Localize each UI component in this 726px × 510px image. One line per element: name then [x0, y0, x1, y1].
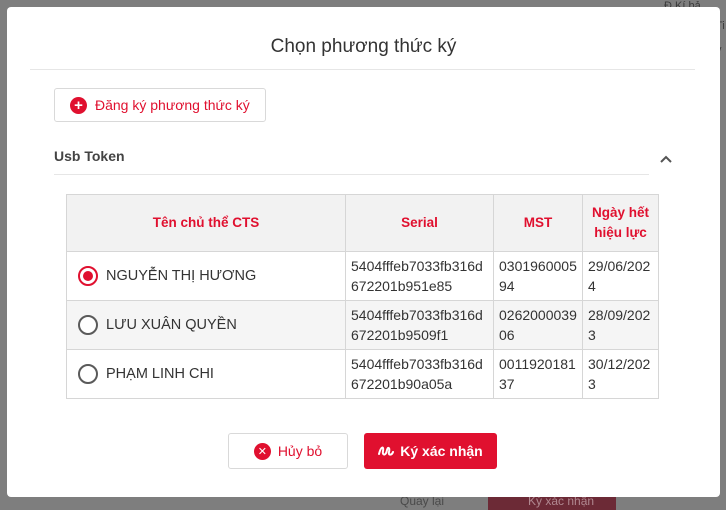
- mst-line: 06: [499, 327, 515, 343]
- radio-button[interactable]: [78, 266, 98, 286]
- table-row[interactable]: NGUYỄN THỊ HƯƠNG 5404fffeb7033fb316d 672…: [66, 251, 659, 301]
- plus-circle-icon: +: [70, 96, 87, 114]
- serial-line: 672201b90a05a: [351, 376, 453, 392]
- serial-line: 5404fffeb7033fb316d: [351, 307, 483, 323]
- header-expiry: Ngày hết hiệu lực: [582, 194, 659, 252]
- mst-cell: 0262000039 06: [493, 300, 583, 350]
- signature-icon: [378, 446, 395, 456]
- chevron-up-icon[interactable]: [659, 154, 673, 164]
- serial-cell: 5404fffeb7033fb316d 672201b9509f1: [345, 300, 494, 350]
- confirm-sign-label: Ký xác nhận: [400, 443, 483, 459]
- mst-cell: 0011920181 37: [493, 349, 583, 399]
- cancel-label: Hủy bỏ: [277, 443, 323, 459]
- expiry-cell: 28/09/202 3: [582, 300, 659, 350]
- header-owner: Tên chủ thể CTS: [66, 194, 346, 252]
- mst-line: 0301960005: [499, 258, 577, 274]
- serial-cell: 5404fffeb7033fb316d 672201b90a05a: [345, 349, 494, 399]
- register-method-button[interactable]: + Đăng ký phương thức ký: [54, 88, 266, 122]
- owner-cell: PHẠM LINH CHI: [66, 349, 346, 399]
- serial-line: 672201b9509f1: [351, 327, 449, 343]
- expiry-line: 3: [588, 376, 596, 392]
- sign-method-modal: Chọn phương thức ký + Đăng ký phương thứ…: [7, 7, 720, 497]
- serial-line: 672201b951e85: [351, 278, 453, 294]
- expiry-line: 30/12/202: [588, 356, 651, 372]
- mst-line: 0262000039: [499, 307, 577, 323]
- mst-line: 94: [499, 278, 515, 294]
- owner-cell: NGUYỄN THỊ HƯƠNG: [66, 251, 346, 301]
- certificate-table: Tên chủ thể CTS Serial MST Ngày hết hiệu…: [66, 194, 659, 399]
- owner-cell: LƯU XUÂN QUYỀN: [66, 300, 346, 350]
- mst-line: 0011920181: [499, 356, 576, 372]
- owner-name: NGUYỄN THỊ HƯƠNG: [106, 268, 257, 284]
- mst-line: 37: [499, 376, 515, 392]
- radio-button[interactable]: [78, 315, 98, 335]
- table-row[interactable]: PHẠM LINH CHI 5404fffeb7033fb316d 672201…: [66, 349, 659, 399]
- section-divider: [54, 174, 649, 175]
- x-circle-icon: ✕: [253, 442, 271, 460]
- owner-name: LƯU XUÂN QUYỀN: [106, 317, 237, 333]
- table-header-row: Tên chủ thể CTS Serial MST Ngày hết hiệu…: [66, 194, 659, 252]
- serial-line: 5404fffeb7033fb316d: [351, 356, 483, 372]
- mst-cell: 0301960005 94: [493, 251, 583, 301]
- header-mst: MST: [493, 194, 583, 252]
- expiry-cell: 30/12/202 3: [582, 349, 659, 399]
- radio-button[interactable]: [78, 364, 98, 384]
- expiry-line: 29/06/202: [588, 258, 651, 274]
- expiry-cell: 29/06/202 4: [582, 251, 659, 301]
- cancel-button[interactable]: ✕ Hủy bỏ: [228, 433, 348, 469]
- confirm-sign-button[interactable]: Ký xác nhận: [364, 433, 497, 469]
- section-title-usb-token: Usb Token: [54, 148, 125, 164]
- modal-divider: [30, 69, 695, 70]
- expiry-line: 4: [588, 278, 596, 294]
- expiry-line: 28/09/202: [588, 307, 651, 323]
- modal-title: Chọn phương thức ký: [270, 36, 457, 57]
- expiry-line: 3: [588, 327, 596, 343]
- header-expiry-label: Ngày hết hiệu lực: [591, 205, 649, 240]
- serial-line: 5404fffeb7033fb316d: [351, 258, 483, 274]
- header-serial: Serial: [345, 194, 494, 252]
- serial-cell: 5404fffeb7033fb316d 672201b951e85: [345, 251, 494, 301]
- owner-name: PHẠM LINH CHI: [106, 366, 214, 382]
- register-method-label: Đăng ký phương thức ký: [95, 97, 250, 113]
- table-row[interactable]: LƯU XUÂN QUYỀN 5404fffeb7033fb316d 67220…: [66, 300, 659, 350]
